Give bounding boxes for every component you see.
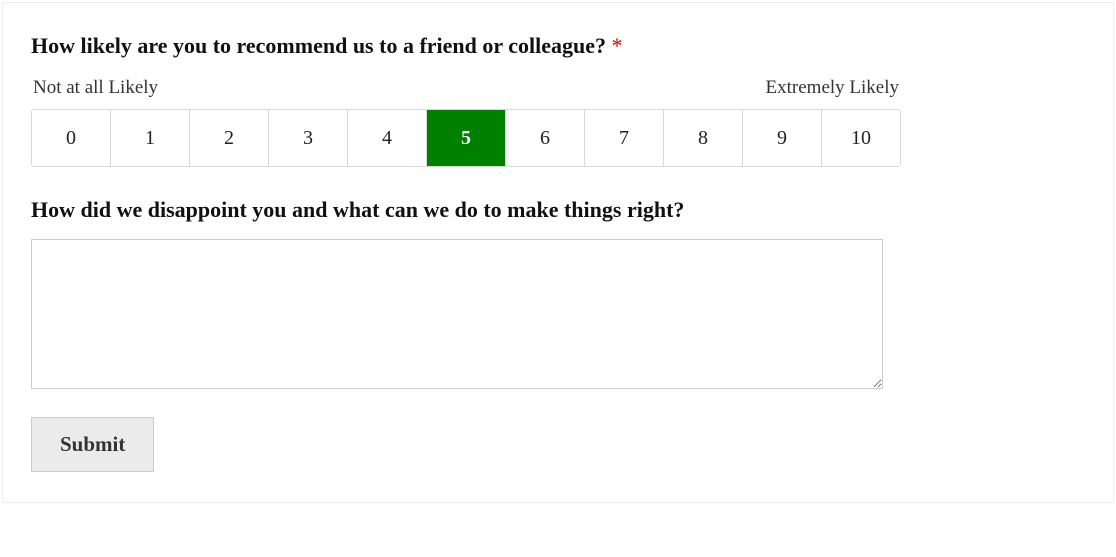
rating-option-7[interactable]: 7: [585, 110, 664, 166]
required-indicator: *: [612, 33, 623, 58]
rating-option-5[interactable]: 5: [427, 110, 506, 166]
survey-form: How likely are you to recommend us to a …: [2, 2, 1114, 503]
nps-question: How likely are you to recommend us to a …: [31, 33, 1085, 59]
rating-option-9[interactable]: 9: [743, 110, 822, 166]
followup-question: How did we disappoint you and what can w…: [31, 197, 1085, 223]
rating-grid: 012345678910: [31, 109, 901, 167]
feedback-textarea[interactable]: [31, 239, 883, 389]
rating-option-4[interactable]: 4: [348, 110, 427, 166]
rating-option-10[interactable]: 10: [822, 110, 900, 166]
rating-option-0[interactable]: 0: [32, 110, 111, 166]
rating-option-3[interactable]: 3: [269, 110, 348, 166]
scale-labels: Not at all Likely Extremely Likely: [31, 77, 901, 99]
rating-option-1[interactable]: 1: [111, 110, 190, 166]
low-anchor-label: Not at all Likely: [33, 77, 158, 99]
rating-option-2[interactable]: 2: [190, 110, 269, 166]
submit-button[interactable]: Submit: [31, 417, 154, 472]
rating-option-6[interactable]: 6: [506, 110, 585, 166]
high-anchor-label: Extremely Likely: [766, 77, 899, 99]
rating-option-8[interactable]: 8: [664, 110, 743, 166]
nps-question-text: How likely are you to recommend us to a …: [31, 33, 606, 58]
